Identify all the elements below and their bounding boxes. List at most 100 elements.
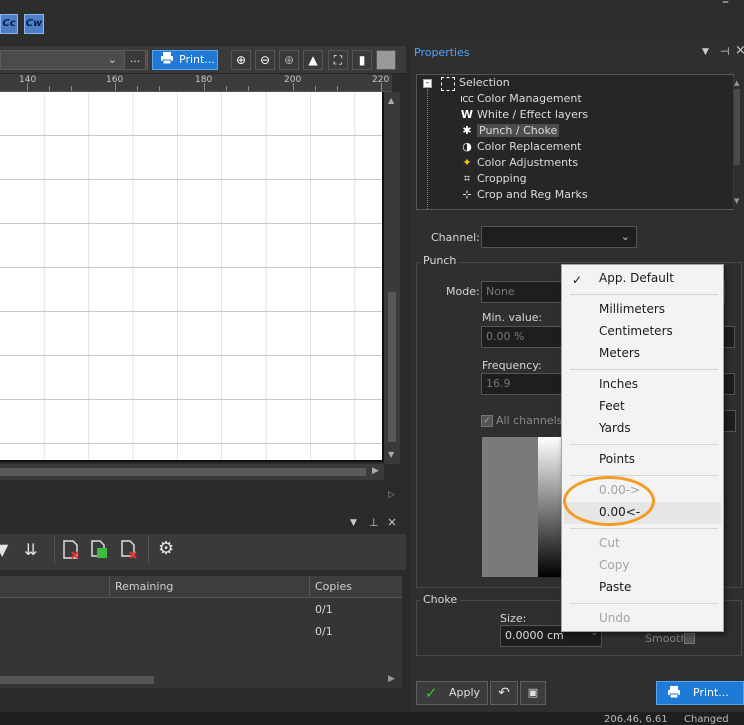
zoom-in-icon[interactable]: ⊕: [231, 50, 251, 70]
menu-item-copy: Copy: [599, 558, 630, 572]
panel-divider: ▷: [0, 482, 406, 512]
status-bar: 206.46, 6.61 Changed: [0, 712, 744, 725]
move-bottom-icon[interactable]: ⇊: [24, 540, 37, 559]
expand-right-icon[interactable]: ▷: [388, 490, 395, 500]
spin-button[interactable]: [722, 410, 736, 432]
menu-item-undo: Undo: [599, 611, 631, 625]
background-color-icon[interactable]: [376, 50, 396, 70]
copies-cell: 0/1: [315, 625, 333, 638]
tree-item-punch-choke[interactable]: ✱ Punch / Choke: [459, 124, 560, 137]
pin-icon[interactable]: ⊣: [720, 45, 730, 58]
menu-item-centimeters[interactable]: Centimeters: [599, 324, 673, 338]
info-icon[interactable]: ▮: [352, 50, 372, 70]
collapse-icon[interactable]: -: [423, 79, 432, 88]
copies-cell: 0/1: [315, 603, 333, 616]
color-adjustments-icon: ✦: [462, 156, 472, 169]
panel-menu-icon[interactable]: ▼: [702, 47, 709, 57]
apply-button[interactable]: ✓ Apply: [416, 681, 488, 705]
select-frame-icon[interactable]: ⛶: [328, 50, 348, 70]
duplicate-job-icon[interactable]: [90, 540, 110, 564]
tree-item-white-effect-layers[interactable]: W White / Effect layers: [459, 108, 588, 121]
selection-icon: [441, 77, 455, 91]
tree-item-crop-reg-marks[interactable]: ⊹ Crop and Reg Marks: [459, 188, 587, 201]
scroll-right-icon[interactable]: ▶: [388, 674, 395, 684]
punch-choke-icon: ✱: [462, 124, 472, 137]
printer-icon: [667, 685, 681, 707]
save-icon: ▣: [527, 686, 539, 699]
scroll-thumb[interactable]: [0, 468, 366, 476]
chevron-down-icon: ⌄: [620, 230, 630, 243]
remove-jobs-icon[interactable]: [120, 540, 140, 564]
table-row[interactable]: 0/1: [0, 600, 402, 620]
tree-scroll-thumb[interactable]: [734, 89, 740, 165]
format-button-cw[interactable]: Cw: [24, 14, 44, 34]
menu-item-points[interactable]: Points: [599, 452, 635, 466]
queue-table-body: 0/1 0/1 ▶: [0, 598, 402, 688]
channel-select[interactable]: ⌄: [481, 226, 637, 248]
delete-job-icon[interactable]: [62, 540, 80, 564]
menu-item-paste[interactable]: Paste: [599, 580, 631, 594]
settings-gear-icon[interactable]: ⚙: [158, 538, 174, 559]
color-replacement-icon: ◑: [462, 140, 472, 153]
choke-title: Choke: [420, 593, 461, 606]
channel-label: Channel:: [431, 231, 480, 244]
close-icon[interactable]: ×: [735, 43, 744, 58]
toolbar-print-label: Print...: [179, 53, 215, 66]
minimize-button[interactable]: –: [722, 0, 729, 10]
scroll-up-icon[interactable]: ▲: [734, 79, 739, 87]
all-channels-checkbox[interactable]: ✓: [481, 415, 493, 427]
column-remaining[interactable]: Remaining: [115, 580, 173, 593]
tree-item-selection[interactable]: Selection: [459, 76, 510, 89]
curve-preview[interactable]: [482, 437, 568, 577]
menu-item-yards[interactable]: Yards: [599, 421, 631, 435]
close-icon[interactable]: ×: [387, 515, 397, 529]
zoom-fit-icon[interactable]: ⊕: [279, 50, 299, 70]
table-hscroll-thumb[interactable]: [0, 676, 154, 684]
panel-menu-icon[interactable]: ▼: [350, 518, 357, 528]
check-icon: ✓: [572, 273, 583, 287]
browse-button[interactable]: ...: [124, 50, 146, 70]
zoom-out-icon[interactable]: ⊖: [255, 50, 275, 70]
table-row[interactable]: 0/1: [0, 622, 402, 642]
menu-item-app-default[interactable]: App. Default: [599, 271, 674, 285]
top-strip: [0, 0, 744, 46]
scroll-up-icon[interactable]: ▲: [388, 96, 394, 105]
menu-item-millimeters[interactable]: Millimeters: [599, 302, 665, 316]
annotation-highlight-ellipse: [563, 476, 655, 526]
tree-item-color-replacement[interactable]: ◑ Color Replacement: [459, 140, 581, 153]
print-canvas[interactable]: [0, 92, 384, 462]
pin-icon[interactable]: ⊥: [369, 516, 379, 529]
tree-item-color-management[interactable]: ICC Color Management: [459, 92, 581, 105]
scroll-right-icon[interactable]: ▶: [372, 466, 379, 476]
tree-item-cropping[interactable]: ⌗ Cropping: [459, 172, 527, 186]
smooth-label: Smooth: [645, 632, 688, 645]
scroll-down-icon[interactable]: ▼: [734, 197, 739, 205]
scroll-thumb[interactable]: [388, 292, 396, 442]
cropping-icon: ⌗: [463, 172, 471, 185]
scroll-down-icon[interactable]: ▼: [388, 450, 394, 459]
printer-icon: [160, 51, 174, 71]
smooth-checkbox[interactable]: [684, 633, 695, 644]
chevron-down-icon: ⌄: [107, 53, 117, 66]
menu-item-cut: Cut: [599, 536, 620, 550]
menu-item-meters[interactable]: Meters: [599, 346, 640, 360]
format-button-cc[interactable]: Cc: [0, 14, 18, 34]
document-state: Changed: [684, 714, 729, 725]
icc-icon: ICC: [460, 95, 474, 104]
column-copies[interactable]: Copies: [315, 580, 352, 593]
frequency-label: Frequency:: [482, 359, 542, 372]
menu-item-feet[interactable]: Feet: [599, 399, 625, 413]
properties-print-button[interactable]: Print...: [656, 681, 744, 705]
save-button[interactable]: ▣: [520, 681, 546, 705]
canvas-vertical-scrollbar[interactable]: ▲ ▼: [384, 92, 400, 464]
shapes-icon[interactable]: ▲: [303, 50, 323, 70]
white-layer-icon: W: [460, 108, 474, 121]
canvas-horizontal-scrollbar[interactable]: ▶: [0, 464, 384, 480]
tree-item-color-adjustments[interactable]: ✦ Color Adjustments: [459, 156, 578, 169]
queue-toolbar: [0, 534, 406, 570]
toolbar-print-button[interactable]: Print...: [152, 50, 218, 70]
menu-item-inches[interactable]: Inches: [599, 377, 638, 391]
undo-button[interactable]: ↶: [490, 681, 518, 705]
crop-reg-marks-icon: ⊹: [462, 188, 472, 201]
move-down-icon[interactable]: ▼: [0, 540, 8, 559]
